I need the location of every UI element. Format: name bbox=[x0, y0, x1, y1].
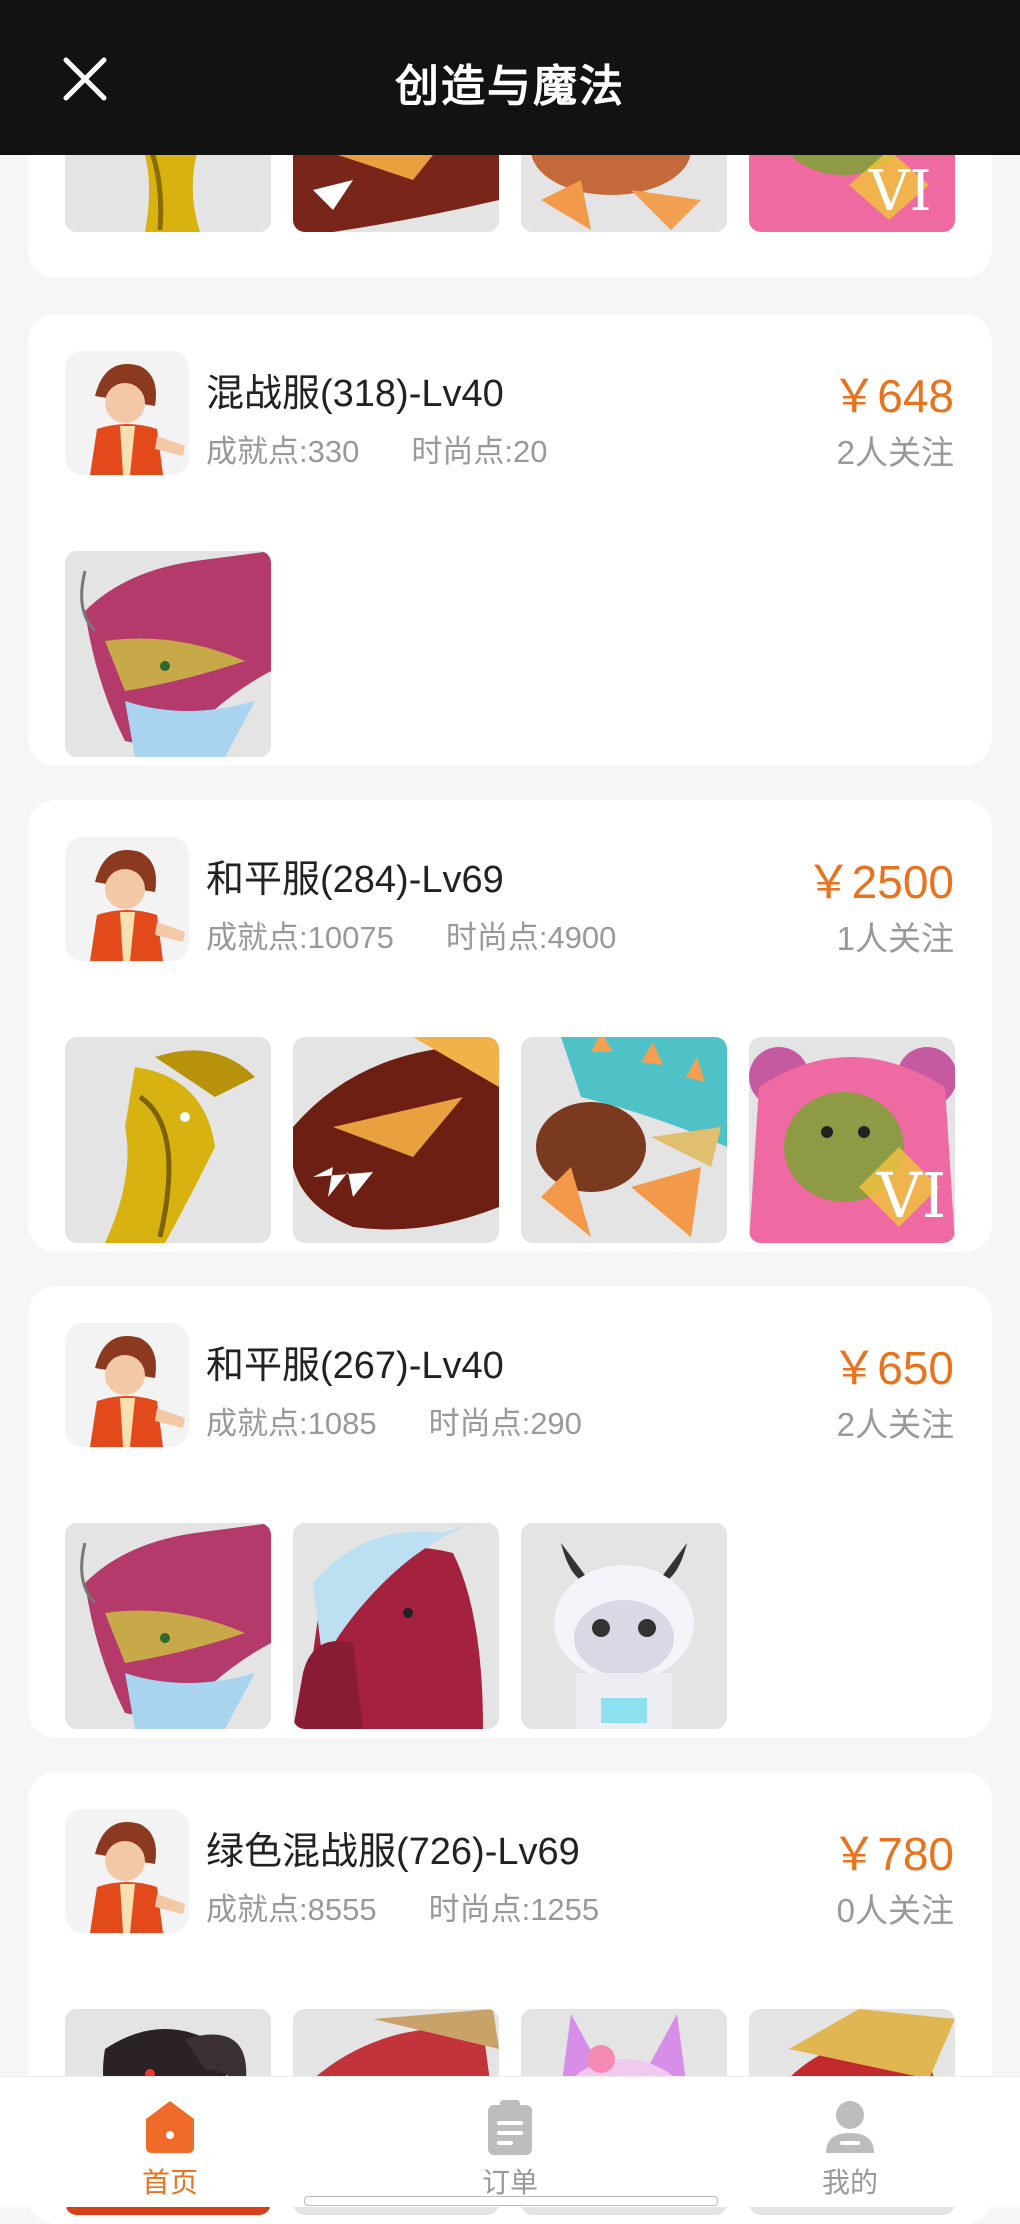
tab-mine-label: 我的 bbox=[821, 2167, 878, 2198]
achievement-points: 成就点:330 bbox=[206, 434, 360, 469]
character-avatar bbox=[65, 1323, 189, 1447]
character-avatar bbox=[65, 837, 189, 961]
fashion-points: 时尚点:290 bbox=[428, 1406, 582, 1441]
item-thumb-blue-spiked-beast[interactable] bbox=[521, 1037, 727, 1243]
listing-stats: 成就点:10075 时尚点:4900 bbox=[206, 912, 616, 957]
tab-home-label: 首页 bbox=[141, 2167, 198, 2198]
listing-card[interactable]: 和平服(284)-Lv69 成就点:10075 时尚点:4900 ￥2500 1人… bbox=[28, 800, 992, 1252]
listing-card[interactable]: 和平服(267)-Lv40 成就点:1085 时尚点:290 ￥650 2人关注 bbox=[28, 1286, 992, 1738]
listing-price: ￥650 bbox=[831, 1342, 954, 1394]
svg-text:VI: VI bbox=[876, 1159, 946, 1232]
fashion-points: 时尚点:1255 bbox=[428, 1892, 600, 1927]
follower-count: 0人关注 bbox=[836, 1892, 954, 1929]
achievement-points: 成就点:1085 bbox=[206, 1406, 377, 1441]
tab-mine[interactable]: 我的 bbox=[680, 2077, 1020, 2207]
bottom-tab-bar: 首页 订单 我的 bbox=[0, 2076, 1020, 2207]
listing-title: 和平服(267)-Lv40 bbox=[206, 1345, 504, 1387]
tab-home[interactable]: 首页 bbox=[0, 2077, 340, 2207]
listing-stats: 成就点:8555 时尚点:1255 bbox=[206, 1884, 599, 1929]
home-indicator bbox=[304, 2196, 718, 2206]
achievement-points: 成就点:8555 bbox=[206, 1892, 377, 1927]
home-icon bbox=[140, 2097, 200, 2157]
fashion-points: 时尚点:4900 bbox=[445, 920, 617, 955]
item-thumb-pink-dragon[interactable] bbox=[65, 551, 271, 757]
item-thumb-gold-dragon[interactable] bbox=[65, 1037, 271, 1243]
tab-orders[interactable]: 订单 bbox=[340, 2077, 680, 2207]
listing-price: ￥2500 bbox=[805, 856, 954, 908]
fashion-points: 时尚点:20 bbox=[411, 434, 548, 469]
item-thumb-crimson-horse[interactable] bbox=[293, 1523, 499, 1729]
clipboard-icon bbox=[480, 2097, 540, 2157]
follower-count: 1人关注 bbox=[836, 920, 954, 957]
listing-card[interactable]: 混战服(318)-Lv40 成就点:330 时尚点:20 ￥648 2人关注 bbox=[28, 314, 992, 766]
achievement-points: 成就点:10075 bbox=[206, 920, 394, 955]
listing-price: ￥780 bbox=[831, 1828, 954, 1880]
item-thumb-pink-bear-vi[interactable]: VI bbox=[749, 1037, 955, 1243]
character-avatar bbox=[65, 351, 189, 475]
page-title: 创造与魔法 bbox=[395, 62, 625, 111]
item-thumb-pink-dragon[interactable] bbox=[65, 1523, 271, 1729]
app-header: 创造与魔法 bbox=[0, 0, 1020, 155]
follower-count: 2人关注 bbox=[836, 1406, 954, 1443]
follower-count: 2人关注 bbox=[836, 434, 954, 471]
listing-title: 混战服(318)-Lv40 bbox=[206, 373, 504, 415]
svg-text:VI: VI bbox=[868, 159, 932, 224]
listing-price: ￥648 bbox=[831, 370, 954, 422]
user-icon bbox=[820, 2097, 880, 2157]
item-thumb-white-cow-robot[interactable] bbox=[521, 1523, 727, 1729]
tab-orders-label: 订单 bbox=[481, 2167, 538, 2198]
listing-stats: 成就点:330 时尚点:20 bbox=[206, 426, 547, 471]
listing-title: 和平服(284)-Lv69 bbox=[206, 859, 504, 901]
item-thumb-red-dragon[interactable] bbox=[293, 1037, 499, 1243]
listing-title: 绿色混战服(726)-Lv69 bbox=[206, 1831, 580, 1873]
character-avatar bbox=[65, 1809, 189, 1933]
listing-stats: 成就点:1085 时尚点:290 bbox=[206, 1398, 582, 1443]
